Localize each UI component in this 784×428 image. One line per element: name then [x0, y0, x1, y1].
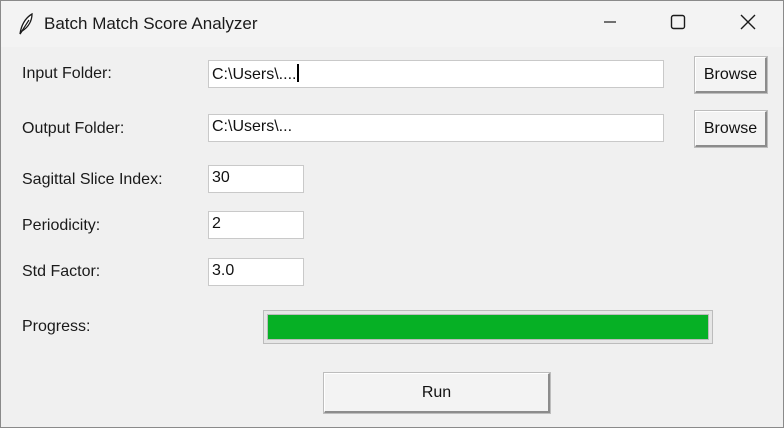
output-folder-field[interactable]: C:\Users\...: [208, 114, 664, 142]
periodicity-field[interactable]: 2: [208, 211, 304, 239]
close-button[interactable]: [725, 1, 771, 47]
input-folder-label: Input Folder:: [22, 65, 112, 82]
sagittal-slice-field[interactable]: 30: [208, 165, 304, 193]
output-folder-value: C:\Users\...: [212, 118, 293, 135]
progress-fill: [267, 314, 709, 340]
text-caret: [297, 64, 300, 82]
maximize-button[interactable]: [655, 1, 701, 47]
maximize-icon: [670, 14, 686, 35]
std-factor-field[interactable]: 3.0: [208, 258, 304, 286]
progress-bar: [263, 310, 713, 344]
title-bar[interactable]: Batch Match Score Analyzer: [1, 1, 783, 47]
input-folder-value: C:\Users\....: [212, 66, 297, 83]
input-folder-field[interactable]: C:\Users\....: [208, 60, 664, 88]
progress-label: Progress:: [22, 318, 91, 335]
window-title: Batch Match Score Analyzer: [44, 14, 258, 33]
run-button[interactable]: Run: [323, 372, 551, 414]
std-factor-label: Std Factor:: [22, 263, 101, 280]
app-window: Batch Match Score Analyzer Input Folder:…: [0, 0, 784, 428]
input-browse-button[interactable]: Browse: [694, 56, 768, 94]
minimize-button[interactable]: [587, 1, 633, 47]
output-folder-label: Output Folder:: [22, 120, 125, 137]
sagittal-slice-label: Sagittal Slice Index:: [22, 171, 163, 188]
close-icon: [740, 14, 756, 35]
output-browse-button[interactable]: Browse: [694, 110, 768, 148]
feather-icon: [17, 12, 35, 36]
minimize-icon: [603, 15, 617, 34]
periodicity-label: Periodicity:: [22, 217, 101, 234]
